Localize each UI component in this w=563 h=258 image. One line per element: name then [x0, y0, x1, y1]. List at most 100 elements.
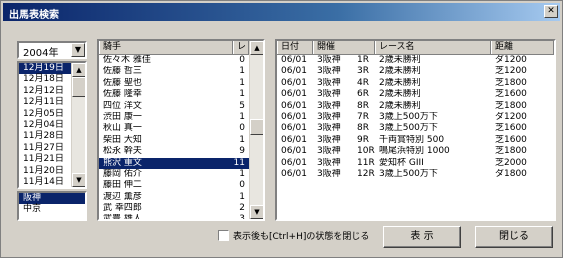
race-date: 06/01: [281, 66, 307, 77]
table-row[interactable]: 藤岡 佑介 1: [99, 169, 263, 180]
chevron-down-icon[interactable]: ▼: [71, 43, 85, 57]
race-count: 11: [233, 157, 245, 168]
race-number: 7R: [357, 111, 369, 122]
table-row[interactable]: 熊沢 重文 11: [99, 157, 263, 169]
table-row[interactable]: 武 幸四郎 2: [99, 203, 263, 214]
table-row[interactable]: 松永 幹夫 9: [99, 146, 263, 157]
race-meet: 3阪神: [317, 111, 341, 122]
table-row[interactable]: 佐々木 雅佳 0: [99, 55, 263, 66]
race-list[interactable]: 日付 開催 レース名 距離 06/01 3阪神 1R 2歳未勝利 ダ1200 06/01 3…: [275, 39, 556, 221]
jockey-name: 四位 洋文: [103, 100, 142, 111]
table-row[interactable]: 佐藤 聖也 1: [99, 78, 263, 89]
race-number: 12R: [357, 168, 375, 179]
close-icon[interactable]: ✕: [544, 5, 558, 18]
race-name: 3歳上500万下: [379, 111, 438, 122]
scroll-down-icon[interactable]: ▼: [250, 205, 263, 219]
race-count: 0: [239, 123, 245, 134]
race-meet: 3阪神: [317, 89, 341, 100]
track-list-rows: 阪神 中京: [19, 193, 85, 216]
column-header-meet[interactable]: 開催: [313, 41, 375, 54]
race-distance: 芝1800: [495, 100, 527, 111]
column-header-distance[interactable]: 距離: [491, 41, 554, 54]
table-row[interactable]: 06/01 3阪神 11R 愛知杯 GIII 芝2000: [277, 158, 554, 169]
jockey-name: 渋田 康一: [103, 111, 142, 122]
race-number: 8R: [357, 123, 369, 134]
scroll-up-icon[interactable]: ▲: [72, 63, 85, 77]
table-row[interactable]: 柴田 大知 1: [99, 135, 263, 146]
table-row[interactable]: 渡辺 薫彦 1: [99, 192, 263, 203]
jockey-name: 渡辺 薫彦: [103, 191, 142, 202]
track-list-item[interactable]: 中京: [19, 204, 85, 215]
jockey-name: 佐藤 隆幸: [103, 89, 142, 100]
race-meet: 3阪神: [317, 66, 341, 77]
track-list[interactable]: 阪神 中京: [17, 191, 87, 221]
table-row[interactable]: 四位 洋文 5: [99, 101, 263, 112]
race-name: 3歳上500万下: [379, 123, 438, 134]
table-row[interactable]: 06/01 3阪神 8R 3歳上500万下 芝1600: [277, 123, 554, 134]
race-name: 鳴尾浜特別 1000: [379, 146, 450, 157]
table-row[interactable]: 06/01 3阪神 7R 3歳上500万下 ダ1200: [277, 112, 554, 123]
scroll-up-icon[interactable]: ▲: [250, 41, 263, 55]
race-meet: 3阪神: [317, 123, 341, 134]
jockey-list-scrollbar[interactable]: ▲ ▼: [249, 41, 263, 219]
table-row[interactable]: 渋田 康一 1: [99, 112, 263, 123]
race-list-rows: 06/01 3阪神 1R 2歳未勝利 ダ1200 06/01 3阪神 3R 2歳未勝利 芝1200…: [277, 55, 554, 180]
race-count: 1: [239, 111, 245, 122]
race-date: 06/01: [281, 111, 307, 122]
table-row[interactable]: 06/01 3阪神 8R 2歳未勝利 芝1800: [277, 101, 554, 112]
race-date: 06/01: [281, 89, 307, 100]
jockey-list[interactable]: 騎手 レ 佐々木 雅佳 0 佐藤 哲三 1 佐藤 聖也 1 佐藤 隆幸 1 四位 洋文 5 渋田 康…: [97, 39, 265, 221]
race-distance: 芝2000: [495, 157, 527, 168]
track-list-item[interactable]: 阪神: [19, 193, 85, 205]
race-number: 4R: [357, 77, 369, 88]
jockey-name: 藤田 伸二: [103, 180, 142, 191]
year-select[interactable]: 2004年 ▼: [17, 41, 87, 59]
race-name: 2歳未勝利: [379, 55, 421, 65]
race-meet: 3阪神: [317, 134, 341, 145]
race-meet: 3阪神: [317, 157, 341, 168]
race-number: 6R: [357, 89, 369, 100]
race-distance: ダ1800: [495, 168, 527, 179]
race-count: 1: [239, 66, 245, 77]
date-list[interactable]: 12月19日 12月18日 12月12日 12月11日 12月05日 12月04日 11月2…: [17, 61, 87, 189]
table-row[interactable]: 06/01 3阪神 9R 千両賞特別 500 芝1600: [277, 135, 554, 146]
race-count: 0: [239, 180, 245, 191]
race-date: 06/01: [281, 134, 307, 145]
table-row[interactable]: 06/01 3阪神 10R 鳴尾浜特別 1000 芝1800: [277, 146, 554, 157]
date-list-item[interactable]: 11月13日: [19, 188, 85, 189]
table-row[interactable]: 06/01 3阪神 3R 2歳未勝利 芝1200: [277, 66, 554, 77]
table-row[interactable]: 06/01 3阪神 6R 2歳未勝利 芝1600: [277, 89, 554, 100]
keep-open-checkbox[interactable]: [218, 230, 229, 241]
jockey-name: 佐藤 哲三: [103, 66, 142, 77]
close-button[interactable]: 閉じる: [475, 226, 553, 248]
column-header-date[interactable]: 日付: [277, 41, 313, 54]
table-row[interactable]: 武豊 雄人 3: [99, 214, 263, 221]
column-header-jockey[interactable]: 騎手: [99, 41, 233, 54]
scroll-down-icon[interactable]: ▼: [72, 173, 85, 187]
column-header-count[interactable]: レ: [233, 41, 249, 54]
race-meet: 3阪神: [317, 55, 341, 65]
table-row[interactable]: 佐藤 隆幸 1: [99, 89, 263, 100]
race-search-dialog: 出馬表検索 ✕ 2004年 ▼ 12月19日 12月18日 12月12日 12月11日…: [0, 0, 563, 258]
table-row[interactable]: 06/01 3阪神 12R 3歳上500万下 ダ1800: [277, 169, 554, 180]
jockey-name: 武豊 雄人: [103, 214, 142, 221]
table-row[interactable]: 秋山 真一 0: [99, 123, 263, 134]
date-list-scrollbar[interactable]: ▲ ▼: [71, 63, 85, 187]
scroll-thumb[interactable]: [72, 77, 85, 97]
race-distance: ダ1200: [495, 111, 527, 122]
scroll-thumb[interactable]: [250, 119, 263, 135]
race-meet: 3阪神: [317, 168, 341, 179]
race-meet: 3阪神: [317, 77, 341, 88]
table-row[interactable]: 06/01 3阪神 1R 2歳未勝利 ダ1200: [277, 55, 554, 66]
race-name: 3歳上500万下: [379, 168, 438, 179]
table-row[interactable]: 06/01 3阪神 4R 2歳未勝利 芝1800: [277, 78, 554, 89]
table-row[interactable]: 藤田 伸二 0: [99, 180, 263, 191]
race-count: 1: [239, 89, 245, 100]
jockey-name: 武 幸四郎: [103, 203, 142, 214]
race-distance: 芝1600: [495, 134, 527, 145]
race-meet: 3阪神: [317, 146, 341, 157]
race-date: 06/01: [281, 100, 307, 111]
show-button[interactable]: 表 示: [383, 226, 461, 248]
table-row[interactable]: 佐藤 哲三 1: [99, 66, 263, 77]
column-header-race-name[interactable]: レース名: [375, 41, 491, 54]
